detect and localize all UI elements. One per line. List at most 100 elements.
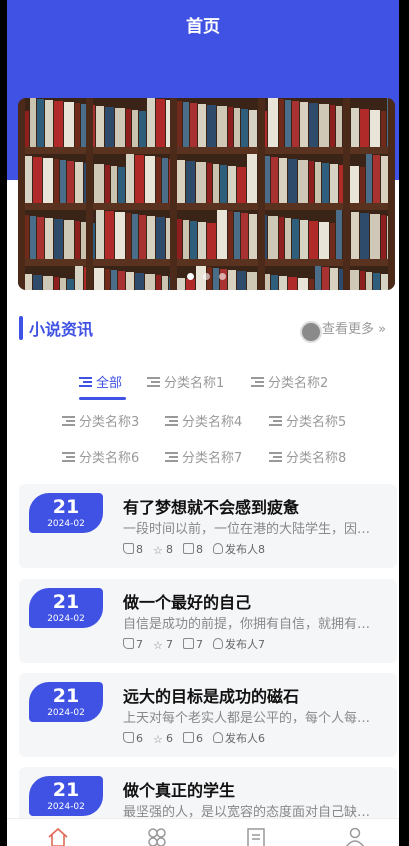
book-spine <box>285 218 291 259</box>
book-spine <box>309 221 318 259</box>
category-tab[interactable]: 分类名称3 <box>62 411 139 430</box>
book-spine <box>370 214 380 259</box>
book-spine <box>349 166 359 203</box>
category-tab[interactable]: 分类名称2 <box>251 372 328 391</box>
carousel-dot[interactable] <box>219 273 227 280</box>
category-label: 全部 <box>96 376 123 391</box>
book-spine <box>183 220 189 259</box>
book-spine <box>207 163 212 203</box>
book-spine <box>139 111 146 147</box>
book-spine <box>37 217 44 259</box>
book-spine <box>96 210 104 259</box>
book-spine <box>360 213 369 259</box>
shelf-post <box>258 98 265 290</box>
article-title: 做一个最好的自己 <box>123 593 252 612</box>
book-spine <box>309 161 314 203</box>
article-title: 做个真正的学生 <box>123 781 236 800</box>
book-spine <box>220 165 227 203</box>
favorite-count[interactable]: ☆ 7 <box>153 638 173 651</box>
book-spine <box>177 101 182 147</box>
menu-lines-icon <box>62 452 75 462</box>
article-card[interactable]: 212024-02 远大的目标是成功的磁石上天对每个老实人都是公平的，每个人每天都… <box>19 673 397 757</box>
date-badge: 21 2024-02 <box>29 588 103 628</box>
book-spine <box>186 161 195 203</box>
date-year-month: 2024-02 <box>47 614 85 624</box>
book-spine <box>126 154 134 203</box>
article-card[interactable]: 212024-02 有了梦想就不会感到疲惫一段时间以前，一位在港的大陆学生，因为家… <box>19 484 397 568</box>
book-spine <box>370 110 380 147</box>
carousel-dot[interactable] <box>203 273 210 280</box>
favorite-count[interactable]: ☆ 8 <box>153 543 173 556</box>
book-spine <box>228 166 236 203</box>
like-count[interactable]: 6 <box>123 732 143 745</box>
book-spine <box>45 218 53 259</box>
book-spine <box>190 103 197 147</box>
category-tab[interactable]: 分类名称1 <box>147 372 224 391</box>
article-card[interactable]: 212024-02 做一个最好的自己自信是成功的前提，你拥有自信，就拥有了成功的一… <box>19 579 397 663</box>
book-spine <box>96 106 104 147</box>
category-tab[interactable]: 分类名称5 <box>269 411 346 430</box>
date-badge: 21 2024-02 <box>29 682 103 722</box>
tab-home[interactable] <box>47 827 69 846</box>
book-spine <box>24 156 32 203</box>
book-spine <box>319 104 329 147</box>
category-tab[interactable]: 分类名称4 <box>165 411 242 430</box>
carousel-dot[interactable] <box>186 273 194 280</box>
book-spine <box>330 223 335 259</box>
user-icon <box>345 827 365 846</box>
document-icon <box>183 543 194 554</box>
book-spine <box>147 98 155 147</box>
publisher: 发布人8 <box>213 541 265 557</box>
book-spine <box>322 163 329 203</box>
article-summary: 上天对每个老实人都是公平的，每个人每天都有二十四小时 <box>123 711 373 726</box>
book-spine <box>217 210 227 259</box>
category-tab[interactable]: 分类名称8 <box>269 447 346 466</box>
book-spine <box>315 162 321 203</box>
book-spine <box>207 223 216 259</box>
carousel-indicators <box>18 265 395 284</box>
book-spine <box>111 166 117 203</box>
date-day: 21 <box>52 779 80 801</box>
like-count[interactable]: 7 <box>123 638 143 651</box>
bookshelf-row <box>18 154 395 210</box>
star-icon: ☆ <box>153 544 163 557</box>
book-spine <box>132 110 138 147</box>
book-spine <box>292 219 299 259</box>
like-count[interactable]: 8 <box>123 543 143 556</box>
menu-lines-icon <box>165 416 178 426</box>
date-year-month: 2024-02 <box>47 708 85 718</box>
book-spine <box>115 212 125 259</box>
date-badge: 21 2024-02 <box>29 776 103 816</box>
tab-list[interactable] <box>245 827 267 846</box>
book-spine <box>234 108 240 147</box>
book-spine <box>30 98 36 147</box>
category-tab[interactable]: 分类名称6 <box>62 447 139 466</box>
book-spine <box>285 100 291 147</box>
article-summary: 自信是成功的前提，你拥有自信，就拥有了成功的一半 <box>123 617 373 632</box>
bookshelf-row <box>18 98 395 154</box>
date-year-month: 2024-02 <box>47 802 85 812</box>
banner-carousel[interactable] <box>18 98 395 290</box>
book-spine <box>115 108 125 147</box>
book-spine <box>241 213 248 259</box>
category-label: 分类名称4 <box>182 415 243 430</box>
view-more-link[interactable]: 查看更多 » <box>300 318 386 343</box>
menu-lines-icon <box>269 452 282 462</box>
tab-user[interactable] <box>344 827 366 846</box>
bottom-tab-bar <box>7 818 399 846</box>
thumbs-up-icon <box>123 638 134 649</box>
book-spine <box>105 165 110 203</box>
shelf-board <box>18 147 395 154</box>
favorite-count[interactable]: ☆ 6 <box>153 732 173 745</box>
category-tab[interactable]: 全部 <box>79 372 122 391</box>
book-spine <box>234 212 240 259</box>
book-spine <box>319 222 329 259</box>
book-spine <box>60 160 66 203</box>
book-spine <box>381 215 386 259</box>
view-count: 8 <box>183 543 203 556</box>
category-tab[interactable]: 分类名称7 <box>165 447 242 466</box>
book-spine <box>249 214 257 259</box>
home-icon <box>48 827 68 846</box>
book-spine <box>64 102 74 147</box>
tab-category[interactable] <box>146 827 168 846</box>
